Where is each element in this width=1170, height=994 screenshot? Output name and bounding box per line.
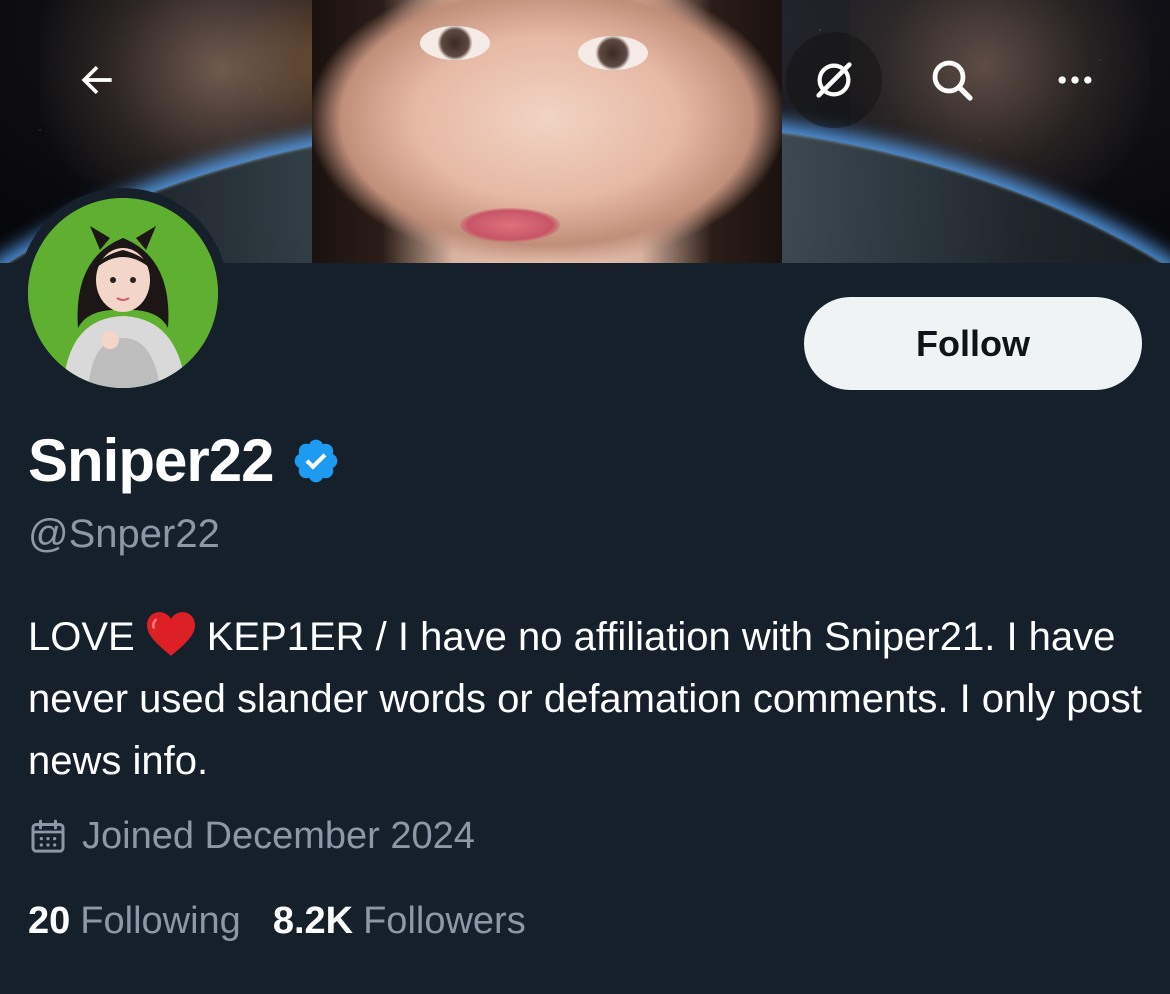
follow-stats: 20 Following 8.2K Followers: [28, 900, 558, 943]
search-button[interactable]: [904, 32, 1000, 128]
follow-button[interactable]: Follow: [804, 297, 1142, 390]
banner-eye-right: [578, 36, 648, 70]
more-horizontal-icon: [1058, 76, 1092, 84]
profile-name-row: Sniper22: [28, 426, 341, 495]
banner-eye-left: [420, 26, 490, 60]
following-label: Following: [80, 900, 241, 942]
display-name: Sniper22: [28, 427, 274, 494]
following-count: 20: [28, 900, 71, 942]
heart-emoji-icon: [146, 612, 195, 656]
avatar: [28, 198, 218, 388]
following-link[interactable]: 20 Following: [28, 900, 241, 943]
profile-handle: @Snper22: [28, 512, 220, 556]
followers-link[interactable]: 8.2K Followers: [273, 900, 526, 943]
joined-date-text: Joined December 2024: [82, 815, 475, 857]
arrow-left-icon: [81, 65, 112, 95]
profile-bio: LOVE KEP1ER / I have no affiliation with…: [28, 606, 1143, 792]
bio-text-start: LOVE: [28, 615, 135, 659]
search-icon: [932, 60, 973, 101]
more-button[interactable]: [1027, 32, 1123, 128]
verified-badge-icon[interactable]: [291, 436, 341, 486]
grok-button[interactable]: [786, 32, 882, 128]
avatar-photo: [28, 198, 218, 388]
back-button[interactable]: [49, 32, 145, 128]
banner-lips: [460, 208, 560, 242]
calendar-icon: [31, 819, 65, 853]
avatar-container[interactable]: [18, 188, 228, 398]
followers-label: Followers: [363, 900, 526, 942]
joined-date-row: Joined December 2024: [28, 815, 475, 858]
followers-count: 8.2K: [272, 900, 354, 942]
grok-icon: [816, 62, 852, 98]
